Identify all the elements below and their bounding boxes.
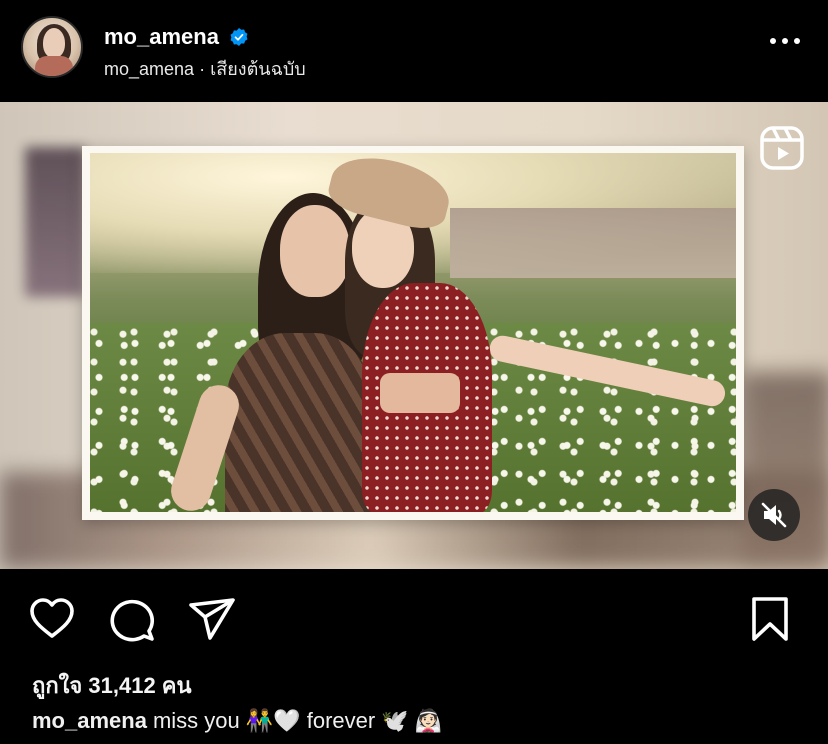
caption: mo_amena miss you 👫🤍 forever 🕊️ 👰🏻: [32, 708, 442, 734]
username-row: mo_amena: [104, 24, 249, 50]
bookmark-icon: [752, 597, 788, 641]
subtitle-separator: ·: [199, 59, 206, 79]
avatar[interactable]: [21, 16, 83, 78]
photo: [90, 153, 736, 512]
post-subtitle: mo_amena · เสียงต้นฉบับ: [104, 54, 306, 83]
more-options-icon[interactable]: [770, 38, 800, 44]
photo-frame: [82, 146, 744, 520]
speaker-muted-icon: [761, 502, 787, 528]
save-button[interactable]: [746, 595, 794, 643]
verified-badge-icon: [230, 28, 248, 46]
comment-button[interactable]: [108, 595, 156, 643]
username-link[interactable]: mo_amena: [104, 24, 219, 50]
reel-media[interactable]: [0, 102, 828, 569]
likes-count[interactable]: ถูกใจ 31,412 คน: [32, 668, 192, 703]
post-header: mo_amena mo_amena · เสียงต้นฉบับ: [0, 0, 828, 102]
heart-icon: [30, 598, 74, 638]
share-button[interactable]: [188, 595, 236, 643]
caption-username[interactable]: mo_amena: [32, 708, 147, 733]
mute-button[interactable]: [748, 489, 800, 541]
original-audio-link[interactable]: เสียงต้นฉบับ: [210, 59, 306, 79]
background-blur-left: [25, 147, 85, 297]
comment-icon: [110, 599, 155, 642]
caption-text: miss you 👫🤍 forever 🕊️ 👰🏻: [152, 708, 443, 733]
action-bar: [0, 569, 828, 669]
send-icon: [189, 598, 235, 640]
like-button[interactable]: [28, 595, 76, 643]
subtitle-username[interactable]: mo_amena: [104, 59, 194, 79]
reels-icon: [760, 126, 804, 170]
